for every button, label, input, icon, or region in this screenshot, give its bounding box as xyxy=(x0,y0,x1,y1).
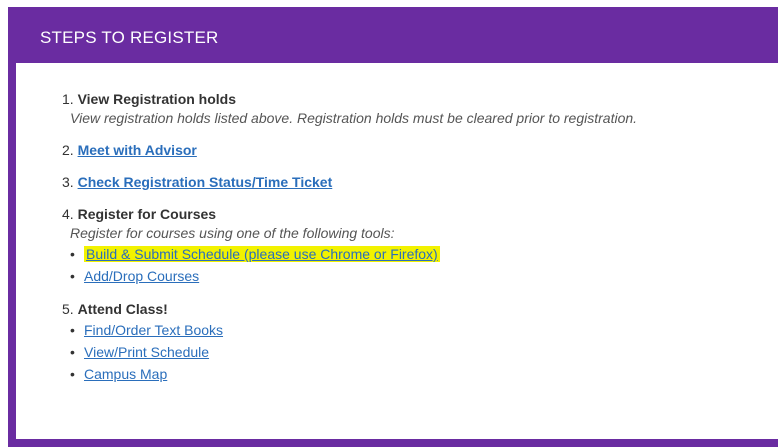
check-registration-status-link[interactable]: Check Registration Status/Time Ticket xyxy=(78,174,333,190)
meet-with-advisor-link[interactable]: Meet with Advisor xyxy=(78,142,197,158)
campus-map-link[interactable]: Campus Map xyxy=(84,366,167,382)
steps-list: 1. View Registration holds View registra… xyxy=(62,90,778,398)
step-check-status: 3. Check Registration Status/Time Ticket xyxy=(62,173,778,192)
view-print-schedule-link[interactable]: View/Print Schedule xyxy=(84,344,209,360)
step-number: 4. xyxy=(62,206,74,222)
step-title: Register for Courses xyxy=(77,206,217,222)
bullet-icon: • xyxy=(70,322,75,338)
step-description: View registration holds listed above. Re… xyxy=(70,110,638,126)
bullet-icon: • xyxy=(70,246,75,262)
step-register-courses: 4. Register for Courses Register for cou… xyxy=(62,205,778,287)
list-item: • Build & Submit Schedule (please use Chr… xyxy=(70,243,778,265)
step-attend-class: 5. Attend Class! • Find/Order Text Books … xyxy=(62,300,778,385)
step-title: View Registration holds xyxy=(77,91,237,107)
find-order-textbooks-link[interactable]: Find/Order Text Books xyxy=(84,322,223,338)
step-heading: 1. View Registration holds xyxy=(62,90,778,109)
step-number: 5. xyxy=(62,301,74,317)
build-submit-schedule-link[interactable]: Build & Submit Schedule (please use Chro… xyxy=(84,246,440,262)
add-drop-courses-link[interactable]: Add/Drop Courses xyxy=(84,268,199,284)
bullet-icon: • xyxy=(70,268,75,284)
step-heading: 4. Register for Courses xyxy=(62,205,778,224)
panel-header: STEPS TO REGISTER xyxy=(16,7,778,63)
step-view-holds: 1. View Registration holds View registra… xyxy=(62,90,778,128)
step-meet-advisor: 2. Meet with Advisor xyxy=(62,141,778,160)
step-heading: 2. Meet with Advisor xyxy=(62,141,778,160)
bullet-icon: • xyxy=(70,344,75,360)
list-item: • Campus Map xyxy=(70,363,778,385)
panel-title: STEPS TO REGISTER xyxy=(40,28,219,47)
list-item: • View/Print Schedule xyxy=(70,341,778,363)
steps-panel: STEPS TO REGISTER 1. View Registration h… xyxy=(8,7,778,447)
list-item: • Add/Drop Courses xyxy=(70,265,778,287)
step-description: Register for courses using one of the fo… xyxy=(70,225,395,241)
step-heading: 3. Check Registration Status/Time Ticket xyxy=(62,173,778,192)
step-number: 3. xyxy=(62,174,74,190)
step-number: 1. xyxy=(62,91,74,107)
bullet-icon: • xyxy=(70,366,75,382)
register-tools-list: • Build & Submit Schedule (please use Chr… xyxy=(62,243,778,287)
step-title: Attend Class! xyxy=(77,301,168,317)
step-heading: 5. Attend Class! xyxy=(62,300,778,319)
step-number: 2. xyxy=(62,142,74,158)
list-item: • Find/Order Text Books xyxy=(70,319,778,341)
attend-class-links: • Find/Order Text Books • View/Print Sched… xyxy=(62,319,778,385)
